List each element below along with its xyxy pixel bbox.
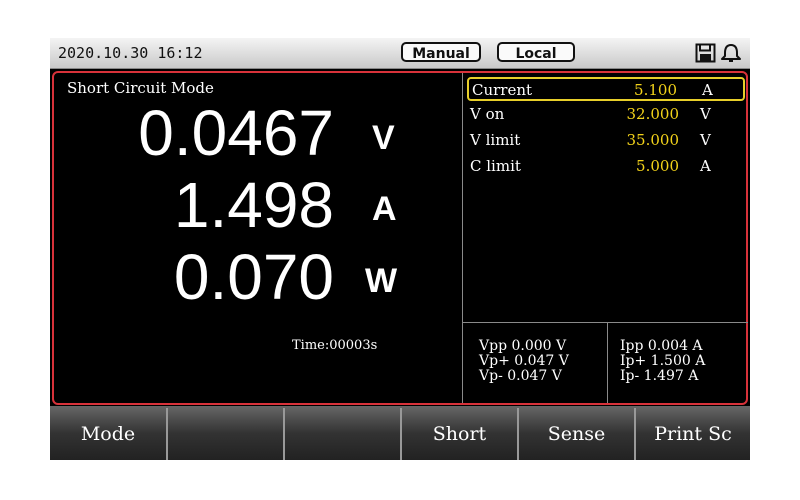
softkey-print-screen[interactable]: Print Sc xyxy=(636,408,750,460)
param-unit: V xyxy=(700,105,711,123)
param-value: 35.000 xyxy=(626,131,680,149)
softkey-bar: Mode Short Sense Print Sc xyxy=(50,406,750,460)
peak-current-ip-plus: Ip+ 1.500 A xyxy=(620,353,706,369)
softkey-mode[interactable]: Mode xyxy=(50,408,168,460)
softkey-empty[interactable] xyxy=(285,408,402,460)
peak-voltage-vpp: Vpp 0.000 V xyxy=(479,338,567,354)
status-bar: 2020.10.30 16:12 Manual Local xyxy=(50,38,750,69)
param-unit: V xyxy=(700,131,711,149)
peak-voltage-vp-plus: Vp+ 0.047 V xyxy=(479,353,569,369)
mode-title: Short Circuit Mode xyxy=(67,79,214,97)
panel-divider xyxy=(462,73,463,403)
param-value: 5.100 xyxy=(634,81,677,99)
elapsed-timer: Time:00003s xyxy=(292,338,378,353)
manual-mode-indicator[interactable]: Manual xyxy=(401,42,481,62)
param-name: Current xyxy=(472,81,533,99)
local-control-indicator[interactable]: Local xyxy=(497,42,575,62)
param-row-c-limit[interactable]: C limit 5.000 A xyxy=(467,155,745,179)
voltage-unit: V xyxy=(372,119,395,157)
param-name: V on xyxy=(470,105,505,123)
power-unit: W xyxy=(365,262,398,300)
param-row-v-limit[interactable]: V limit 35.000 V xyxy=(467,129,745,153)
param-unit: A xyxy=(700,157,711,175)
current-unit: A xyxy=(372,190,397,228)
panel-divider xyxy=(607,323,608,403)
softkey-empty[interactable] xyxy=(168,408,285,460)
param-row-v-on[interactable]: V on 32.000 V xyxy=(467,103,745,127)
param-value: 5.000 xyxy=(636,157,679,175)
softkey-sense[interactable]: Sense xyxy=(519,408,636,460)
current-reading: 1.498 xyxy=(173,169,334,241)
param-value: 32.000 xyxy=(626,105,680,123)
param-unit: A xyxy=(702,81,713,99)
instrument-screen: 2020.10.30 16:12 Manual Local Short Circ… xyxy=(50,38,750,460)
panel-divider xyxy=(462,322,748,323)
save-icon[interactable] xyxy=(695,43,717,63)
voltage-reading: 0.0467 xyxy=(138,97,334,169)
bell-icon[interactable] xyxy=(720,43,742,63)
measurement-panel: Short Circuit Mode 0.0467 V 1.498 A 0.07… xyxy=(52,71,748,405)
datetime: 2020.10.30 16:12 xyxy=(58,44,203,62)
softkey-short[interactable]: Short xyxy=(402,408,519,460)
param-name: C limit xyxy=(470,157,521,175)
peak-voltage-vp-minus: Vp- 0.047 V xyxy=(479,368,562,384)
param-row-current[interactable]: Current 5.100 A xyxy=(467,77,745,101)
peak-current-ipp: Ipp 0.004 A xyxy=(620,338,703,354)
peak-current-ip-minus: Ip- 1.497 A xyxy=(620,368,699,384)
param-name: V limit xyxy=(470,131,521,149)
power-reading: 0.070 xyxy=(173,241,334,313)
